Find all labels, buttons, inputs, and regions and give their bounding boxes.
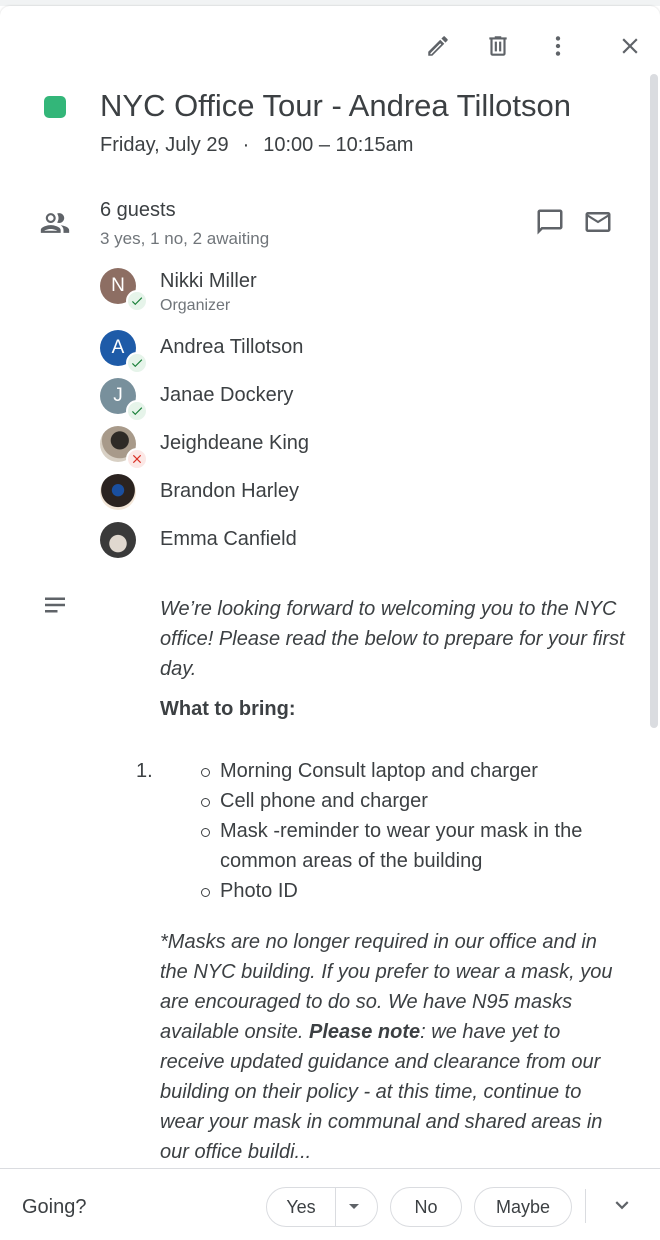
guest-role: Organizer	[160, 297, 231, 314]
description-icon	[40, 590, 70, 620]
footer-divider	[585, 1189, 586, 1223]
avatar-photo	[100, 522, 136, 558]
guest-row[interactable]: N Nikki Miller Organizer	[100, 268, 540, 314]
more-vert-icon	[555, 36, 561, 56]
guest-name: Jeighdeane King	[160, 432, 310, 454]
note-emphasis: Please note	[308, 1021, 421, 1043]
event-time: 10:00 – 10:15am	[263, 134, 414, 156]
list-item: Photo ID	[201, 876, 630, 906]
accepted-status-badge	[126, 400, 148, 422]
list-number: 1.	[136, 760, 153, 782]
no-button[interactable]: No	[390, 1187, 462, 1227]
check-icon	[131, 359, 143, 368]
close-icon	[132, 454, 142, 464]
event-datetime: Friday, July 29 · 10:00 – 10:15am	[100, 132, 413, 158]
more-options-button[interactable]	[538, 26, 578, 66]
close-icon	[622, 38, 638, 54]
guest-name: Emma Canfield	[160, 528, 297, 550]
rsvp-bar: Going? Yes No Maybe	[0, 1168, 660, 1240]
guest-row[interactable]: J Janae Dockery	[100, 378, 540, 422]
guest-count: 6 guests	[100, 199, 176, 221]
check-icon	[131, 407, 143, 416]
edit-event-button[interactable]	[418, 26, 458, 66]
accepted-status-badge	[126, 352, 148, 374]
guest-name: Janae Dockery	[160, 384, 294, 406]
trash-icon	[489, 36, 507, 56]
yes-button[interactable]: Yes	[266, 1187, 378, 1227]
expand-options-button[interactable]	[604, 1187, 640, 1223]
mask-policy-note: *Masks are no longer required in our off…	[160, 927, 630, 1167]
guest-name: Brandon Harley	[160, 480, 299, 502]
split-divider	[335, 1188, 336, 1226]
people-icon	[38, 206, 72, 240]
list-item: Mask -reminder to wear your mask in the …	[201, 816, 630, 876]
guest-name: Andrea Tillotson	[160, 336, 304, 358]
rsvp-summary: 3 yes, 1 no, 2 awaiting	[100, 229, 270, 248]
event-date: Friday, July 29	[100, 134, 229, 156]
guest-row[interactable]: Jeighdeane King	[100, 426, 540, 470]
guest-row[interactable]: Emma Canfield	[100, 522, 540, 562]
event-details-panel: NYC Office Tour - Andrea Tillotson Frida…	[0, 6, 660, 1240]
pencil-icon	[428, 36, 448, 56]
yes-label: Yes	[286, 1197, 316, 1217]
event-color-indicator	[44, 96, 66, 118]
email-guests-button[interactable]	[580, 204, 616, 240]
declined-status-badge	[126, 448, 148, 470]
bring-list: Morning Consult laptop and charger Cell …	[201, 756, 630, 906]
check-icon	[131, 297, 143, 306]
list-item: Morning Consult laptop and charger	[201, 756, 630, 786]
chat-icon	[537, 209, 563, 235]
message-guests-button[interactable]	[532, 204, 568, 240]
guest-row[interactable]: Brandon Harley	[100, 474, 540, 514]
avatar-photo	[100, 474, 136, 510]
description-intro: We’re looking forward to welcoming you t…	[160, 598, 625, 680]
accepted-status-badge	[126, 290, 148, 312]
scrollbar[interactable]	[650, 74, 658, 728]
caret-down-icon[interactable]	[349, 1204, 359, 1209]
event-description: We’re looking forward to welcoming you t…	[160, 594, 630, 724]
mail-icon	[585, 212, 611, 232]
close-button[interactable]	[610, 26, 650, 66]
what-to-bring-heading: What to bring:	[160, 698, 296, 720]
delete-event-button[interactable]	[478, 26, 518, 66]
guest-row[interactable]: A Andrea Tillotson	[100, 330, 540, 374]
event-title: NYC Office Tour - Andrea Tillotson	[100, 88, 571, 123]
guest-name: Nikki Miller	[160, 270, 257, 292]
list-item: Cell phone and charger	[201, 786, 630, 816]
datetime-separator: ·	[242, 134, 250, 156]
chevron-down-icon	[615, 1201, 629, 1210]
maybe-button[interactable]: Maybe	[474, 1187, 572, 1227]
going-label: Going?	[22, 1196, 87, 1218]
